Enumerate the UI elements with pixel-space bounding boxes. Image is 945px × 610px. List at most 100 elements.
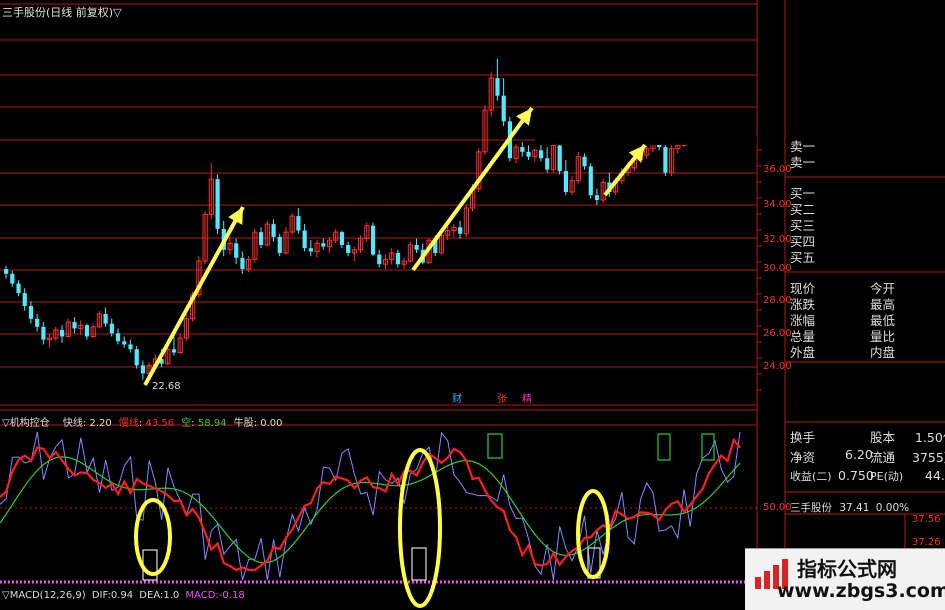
trend-arrows bbox=[143, 106, 647, 386]
candle-body-down bbox=[346, 244, 351, 253]
candle-body-down bbox=[594, 195, 600, 201]
watermark: 指标公式网 www.zbgs3.com bbox=[745, 548, 945, 610]
candle-body-down bbox=[582, 156, 587, 167]
stat-label-pe: PE(动) bbox=[870, 470, 904, 483]
quote-row-label: 外盘 bbox=[790, 345, 816, 360]
watermark-title: 指标公式网 bbox=[797, 557, 897, 581]
signal-box bbox=[411, 547, 427, 581]
macd-name: MACD(12,26,9) bbox=[9, 590, 86, 601]
price-tick: 36.00 bbox=[763, 164, 792, 175]
macd-value: -0.18 bbox=[218, 590, 245, 601]
candle-body-down bbox=[215, 179, 220, 229]
indicator-layer bbox=[0, 431, 757, 584]
candle-body-down bbox=[171, 349, 177, 353]
candle-body-down bbox=[520, 147, 525, 152]
candle-body-down bbox=[240, 257, 245, 270]
candle-body-down bbox=[495, 78, 500, 96]
candle-body-down bbox=[4, 269, 9, 274]
slow-line-value: 43.56 bbox=[145, 418, 175, 429]
bull-stock-label: 牛股 bbox=[233, 418, 254, 429]
indicator-header: ▽机构控仓 快线: 2.20 慢线: 43.56 空: 58.94 牛股: 0.… bbox=[2, 418, 283, 429]
candle-body-down bbox=[277, 236, 282, 253]
candle-body-down bbox=[271, 224, 276, 237]
candle-body-down bbox=[663, 147, 668, 173]
bull-stock-value: 0.00 bbox=[260, 418, 283, 429]
macd-dif-value: 0.94 bbox=[110, 590, 134, 601]
price-tick: 30.00 bbox=[763, 263, 792, 274]
macd-dea-value: 1.0 bbox=[163, 590, 180, 601]
candle-body-down bbox=[109, 323, 114, 334]
chart-title: 三手股份(日线 前复权)▽ bbox=[2, 4, 122, 20]
stat-label-float: 流通 bbox=[870, 450, 896, 465]
trend-arrow-head bbox=[516, 108, 532, 126]
title-dropdown-icon[interactable]: ▽ bbox=[113, 6, 121, 19]
candle-body-down bbox=[128, 344, 133, 350]
candle-body-down bbox=[259, 232, 264, 245]
highlight-circle bbox=[134, 498, 172, 576]
quick-line-label: 快线 bbox=[62, 418, 83, 429]
candle-body-down bbox=[59, 330, 65, 337]
candle-body-down bbox=[35, 318, 40, 327]
candle-body-down bbox=[545, 158, 550, 170]
mini-axis-tick: 37.56 bbox=[912, 514, 941, 525]
candle-body-down bbox=[41, 326, 46, 340]
price-tick: 28.00 bbox=[763, 295, 792, 306]
candle-body-down bbox=[302, 230, 307, 249]
candle-body-down bbox=[501, 95, 506, 122]
candle-body-down bbox=[557, 145, 562, 172]
stat-value-earnings: 0.750 bbox=[838, 468, 874, 483]
price-tick: 32.00 bbox=[763, 234, 792, 245]
candle-body-down bbox=[538, 150, 544, 159]
quick-line-value: 2.20 bbox=[89, 418, 112, 429]
mini-quote-price: 37.41 bbox=[839, 502, 870, 514]
order-book-buy: 买五 bbox=[790, 250, 816, 265]
candle-body-down bbox=[339, 232, 345, 245]
event-label-zhang[interactable]: 张 bbox=[497, 390, 507, 405]
candle-body-down bbox=[122, 341, 127, 345]
stat-value-share-capital: 1.50亿 bbox=[915, 430, 945, 445]
stat-value-float: 3755万 bbox=[912, 450, 945, 465]
indicator-name: 机构控仓 bbox=[9, 418, 50, 429]
candle-body-down bbox=[140, 365, 146, 374]
candle-body-down bbox=[458, 227, 463, 234]
mini-axis-tick: 37.26 bbox=[912, 537, 941, 548]
stat-label-net-assets: 净资 bbox=[790, 450, 816, 465]
price-tick: 34.00 bbox=[763, 199, 792, 210]
mini-quote-change: 0.00% bbox=[875, 502, 910, 514]
candle-body-down bbox=[103, 313, 108, 324]
macd-dif-label: DIF: bbox=[91, 590, 111, 601]
slow-line-label: 慢线 bbox=[118, 418, 139, 429]
candle-body-down bbox=[414, 244, 419, 250]
candle-body-down bbox=[234, 243, 239, 258]
order-book-sell: 卖一 bbox=[790, 155, 816, 170]
candle-body-down bbox=[134, 349, 139, 366]
price-tick: 24.00 bbox=[763, 361, 792, 372]
candle-body-down bbox=[370, 225, 376, 255]
signal-box bbox=[657, 433, 671, 461]
price-tick: 26.00 bbox=[763, 328, 792, 339]
stat-label-turnover: 换手 bbox=[790, 430, 816, 445]
macd-menu-icon[interactable]: ▽ bbox=[2, 590, 10, 601]
event-label-jing[interactable]: 精 bbox=[522, 390, 532, 405]
candle-body-down bbox=[72, 322, 77, 329]
candle-body-down bbox=[395, 252, 401, 265]
candle-body-down bbox=[563, 171, 568, 192]
mini-quote[interactable]: 三手股份 37.41 0.00% bbox=[790, 500, 909, 515]
cropped-band bbox=[535, 136, 757, 145]
watermark-url: www.zbgs3.com bbox=[777, 580, 945, 602]
candle-body-down bbox=[588, 166, 593, 196]
macd-dea-label: DEA: bbox=[139, 590, 164, 601]
candle-body-down bbox=[526, 151, 531, 157]
candle-body-down bbox=[115, 333, 121, 342]
stat-label-earnings: 收益(二) bbox=[790, 470, 832, 483]
stat-label-share-capital: 股本 bbox=[870, 430, 896, 445]
low-price-label: 22.68 bbox=[152, 381, 181, 392]
macd-label: MACD: bbox=[185, 590, 219, 601]
indicator-axis-tick: 50.00 bbox=[763, 502, 792, 513]
event-label-cai[interactable]: 财 bbox=[452, 390, 462, 405]
candle-body-down bbox=[377, 254, 382, 265]
signal-box bbox=[487, 433, 503, 459]
candle-body-down bbox=[308, 248, 313, 252]
candle-body-down bbox=[296, 216, 301, 231]
indicator-menu-icon[interactable]: ▽ bbox=[2, 418, 10, 429]
